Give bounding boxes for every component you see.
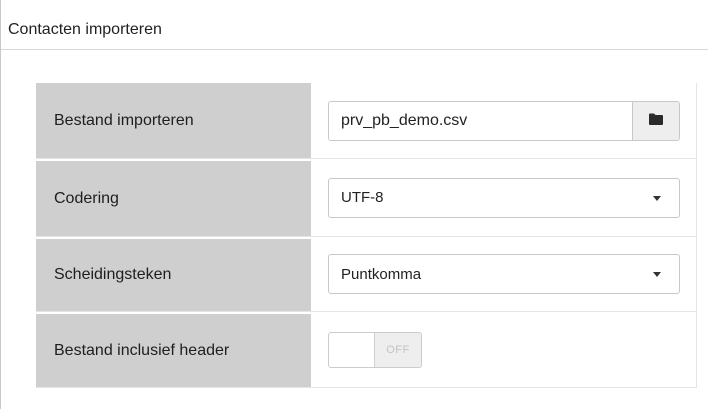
form-row-file: Bestand importeren [36,83,697,159]
header-toggle[interactable]: OFF [328,331,422,368]
caret-down-icon [653,272,661,277]
file-name-input[interactable] [329,101,632,140]
toggle-knob [329,332,375,367]
folder-icon [649,112,663,130]
delimiter-label: Scheidingsteken [36,237,311,311]
delimiter-value-cell: Puntkomma [311,237,697,311]
encoding-label: Codering [36,159,311,236]
form-row-encoding: Codering UTF-8 [36,159,697,237]
encoding-value-cell: UTF-8 [311,159,697,236]
form-row-header: Bestand inclusief header OFF [36,312,697,388]
form-row-delimiter: Scheidingsteken Puntkomma [36,237,697,312]
panel-title: Contacten importeren [8,21,162,38]
encoding-selected-value: UTF-8 [341,189,384,206]
delimiter-selected-value: Puntkomma [341,265,422,283]
browse-button[interactable] [632,101,679,140]
caret-down-icon [653,195,661,201]
toggle-state-label: OFF [375,332,421,367]
import-contacts-panel: Contacten importeren Bestand importeren [0,0,708,409]
file-picker [328,100,680,141]
encoding-select[interactable]: UTF-8 [328,177,680,218]
import-form: Bestand importeren Codering [36,83,697,388]
header-value-cell: OFF [311,312,697,387]
title-divider [1,49,708,50]
delimiter-select[interactable]: Puntkomma [328,254,680,294]
file-value-cell [311,83,697,158]
file-label: Bestand importeren [36,83,311,158]
header-label: Bestand inclusief header [36,312,311,387]
